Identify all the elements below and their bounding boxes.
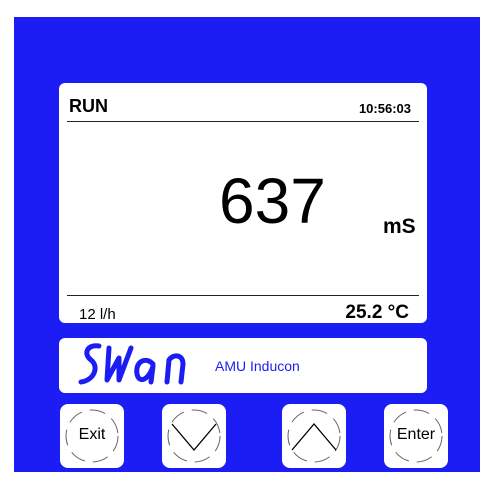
clock-time: 10:56:03	[358, 101, 411, 116]
temperature: 25.2 °C	[345, 302, 409, 323]
model-name: AMU Inducon	[215, 358, 300, 374]
down-button[interactable]	[162, 404, 226, 468]
brand-plate: AMU Inducon	[59, 338, 427, 393]
exit-label: Exit	[78, 426, 106, 443]
swan-logo	[78, 343, 186, 385]
chevron-up-icon	[287, 409, 341, 463]
device-panel: RUN 10:56:03 637 mS 12 l/h 25.2 °C AMU I…	[14, 17, 480, 472]
enter-label: Enter	[396, 426, 436, 443]
flow-rate: 12 l/h	[79, 306, 116, 323]
chevron-down-icon	[167, 409, 221, 463]
measurement-unit: mS	[383, 215, 416, 238]
measurement-value: 637	[219, 165, 326, 237]
enter-button[interactable]: Enter	[384, 404, 448, 468]
lcd-screen: RUN 10:56:03 637 mS 12 l/h 25.2 °C	[59, 83, 427, 323]
status-label: RUN	[69, 96, 108, 116]
exit-button[interactable]: Exit	[60, 404, 124, 468]
footer-divider	[67, 295, 419, 296]
header-divider	[67, 121, 419, 122]
up-button[interactable]	[282, 404, 346, 468]
